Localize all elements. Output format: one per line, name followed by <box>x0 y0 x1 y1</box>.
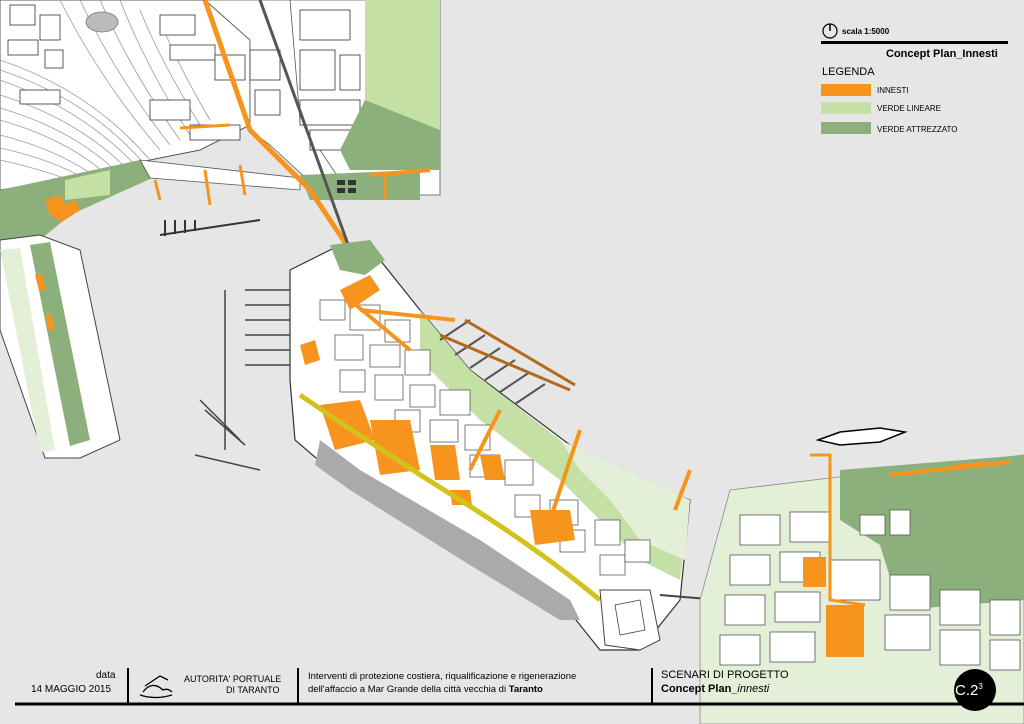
project-line2-prefix: dell'affaccio a Mar Grande della città v… <box>308 684 507 695</box>
sheet-code-main: C.2 <box>955 682 979 699</box>
legend-title: LEGENDA <box>822 66 875 78</box>
sheet-code-sup: 3 <box>978 682 983 691</box>
marina-piers <box>194 289 290 471</box>
project-city: Taranto <box>508 684 543 695</box>
section-sub-italic: innesti <box>737 683 770 695</box>
sheet-code: C.23 <box>955 682 983 699</box>
project-line2: dell'affaccio a Mar Grande della città v… <box>308 684 543 695</box>
citta-vecchia-island <box>289 240 692 651</box>
ship-icon <box>815 427 908 446</box>
map-sheet: scala 1:5000 Concept Plan_Innesti LEGEND… <box>0 0 1024 724</box>
authority-line2: DI TARANTO <box>226 685 280 695</box>
authority-line1: AUTORITA' PORTUALE <box>184 674 282 684</box>
scale-label: scala 1:5000 <box>842 27 890 36</box>
date-value: 14 MAGGIO 2015 <box>31 684 112 695</box>
section-title: SCENARI DI PROGETTO <box>661 669 789 681</box>
date-label: data <box>96 670 116 681</box>
breakwater-piers <box>159 219 261 236</box>
legend-label-innesti: INNESTI <box>877 86 909 95</box>
legend-label-verde-attrezzato: VERDE ATTREZZATO <box>877 125 958 134</box>
project-line1: Interventi di protezione costiera, riqua… <box>308 671 577 682</box>
plan-title: Concept Plan_Innesti <box>886 48 998 60</box>
legend-label-verde-lineare: VERDE LINEARE <box>877 104 942 113</box>
legend-swatch-innesti <box>821 84 871 96</box>
authority-logo-icon <box>139 675 173 699</box>
title-rule <box>821 41 1008 44</box>
legend-swatch-verde-attrezzato <box>821 122 871 134</box>
legend-swatch-verde-lineare <box>821 102 871 114</box>
section-subtitle: Concept Plan_innesti <box>661 683 769 695</box>
north-arrow-icon <box>822 23 838 39</box>
section-sub-prefix: Concept Plan_ <box>661 683 738 695</box>
